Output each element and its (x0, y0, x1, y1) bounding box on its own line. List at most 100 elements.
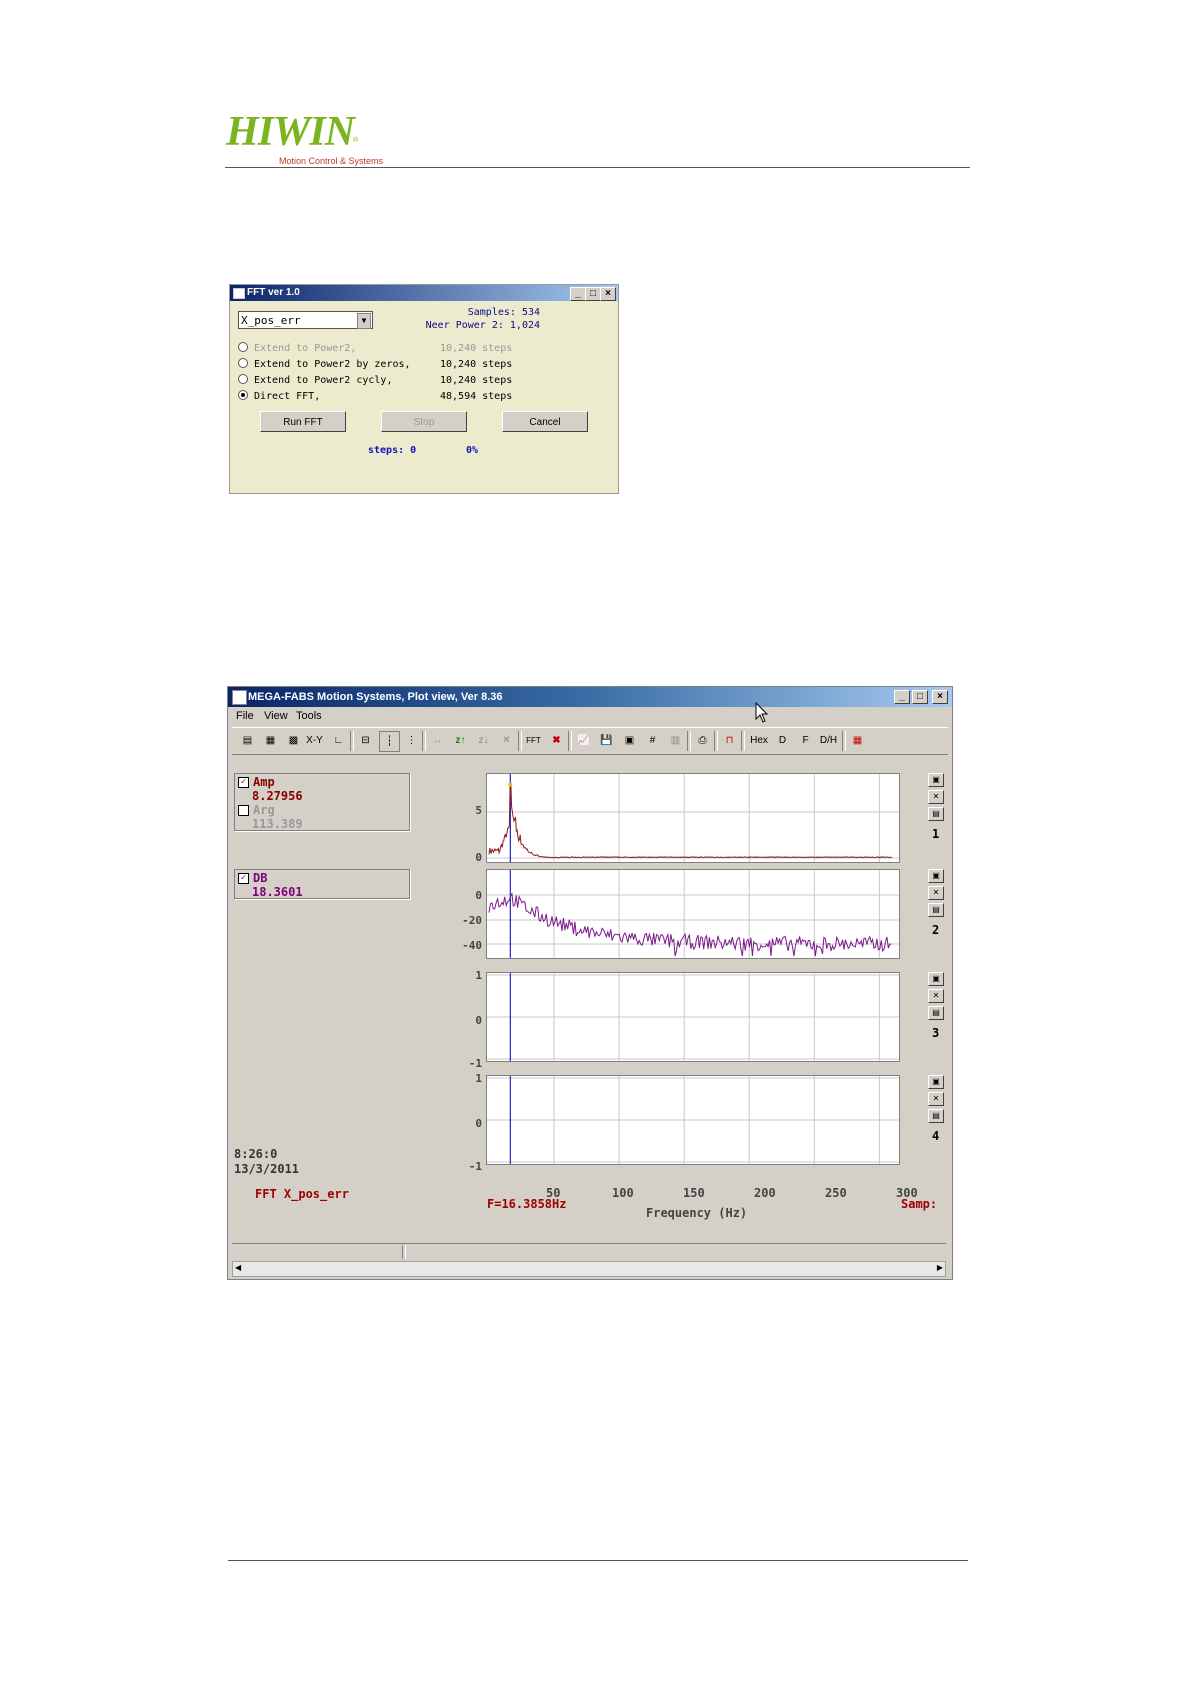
maximize-button[interactable]: □ (585, 287, 601, 301)
app-icon (232, 690, 247, 705)
f-button[interactable]: F (796, 731, 815, 750)
x-tick: 300 (896, 1186, 918, 1200)
minimize-button[interactable]: _ (570, 287, 586, 301)
panel-close-icon[interactable]: ✕ (928, 886, 944, 900)
checkbox-checked[interactable]: ✓ (238, 777, 249, 788)
option-extend-power2[interactable]: Extend to Power2, 10,240 steps (238, 341, 512, 354)
chevron-down-icon[interactable]: ▼ (357, 313, 371, 329)
plot-title: MEGA-FABS Motion Systems, Plot view, Ver… (248, 691, 503, 703)
d-button[interactable]: D (773, 731, 792, 750)
panel-1-buttons: ▣ ✕ ▤ (928, 773, 944, 824)
radio-button[interactable] (238, 374, 248, 384)
dotted-line-icon[interactable]: ⋮ (402, 731, 421, 750)
option-direct-fft[interactable]: Direct FFT, 48,594 steps (238, 389, 512, 402)
cursor-lines-icon[interactable]: ┆ (379, 731, 400, 752)
save-color-icon[interactable]: ▣ (620, 731, 639, 750)
panel-settings-icon[interactable]: ▣ (928, 773, 944, 787)
radio-button[interactable] (238, 358, 248, 368)
minimize-button[interactable]: _ (894, 690, 910, 704)
run-fft-button[interactable]: Run FFT (260, 411, 346, 432)
x-axis-label: Frequency (Hz) (646, 1206, 748, 1220)
plot-panel-4[interactable] (486, 1075, 900, 1165)
signal-select-value: X_pos_err (241, 314, 301, 327)
save-icon[interactable]: 💾 (597, 731, 616, 750)
plot-panel-3[interactable] (486, 972, 900, 1062)
layout-1-icon[interactable]: ▤ (238, 731, 257, 750)
amp-series-line (488, 784, 892, 859)
plot-panel-1[interactable] (486, 773, 900, 863)
status-bar (232, 1243, 946, 1262)
menu-bar: File View Tools (228, 707, 952, 725)
scroll-left-icon[interactable]: ◀ (235, 1263, 241, 1272)
peak-marker (508, 782, 513, 787)
footer-rule (228, 1560, 968, 1561)
axis-icon[interactable]: ∟ (329, 731, 348, 750)
zoom-range-icon[interactable]: ↔ (428, 731, 447, 750)
hex-button[interactable]: Hex (747, 731, 771, 750)
menu-file[interactable]: File (236, 710, 254, 722)
cancel-button[interactable]: Cancel (502, 411, 588, 432)
option-extend-cycly[interactable]: Extend to Power2 cycly, 10,240 steps (238, 373, 512, 386)
panel-number: 4 (932, 1129, 940, 1143)
print-icon[interactable]: ⎙ (693, 731, 712, 750)
maximize-button[interactable]: □ (912, 690, 928, 704)
fft-cancel-icon[interactable]: ✖ (547, 731, 566, 750)
mouse-cursor-icon (755, 702, 769, 723)
y-tick: -1 (468, 1057, 482, 1070)
channel-db[interactable]: ✓ DB (235, 871, 409, 885)
panel-settings-icon[interactable]: ▣ (928, 869, 944, 883)
panel-data-icon[interactable]: ▤ (928, 1006, 944, 1020)
logo-tagline: Motion Control & Systems (279, 156, 384, 166)
panel-close-icon[interactable]: ✕ (928, 1092, 944, 1106)
stop-button[interactable]: Stop (381, 411, 467, 432)
chart-icon[interactable]: 📈 (574, 731, 593, 750)
y-tick: -40 (462, 939, 482, 952)
menu-tools[interactable]: Tools (296, 710, 322, 722)
app-icon (233, 288, 245, 299)
zoom-reset-icon[interactable]: ✕ (497, 731, 516, 750)
panel-close-icon[interactable]: ✕ (928, 989, 944, 1003)
pulse-icon[interactable]: ⊓ (720, 731, 739, 750)
checkbox[interactable] (238, 805, 249, 816)
layout-3-icon[interactable]: ▩ (284, 731, 303, 750)
x-tick: 50 (546, 1186, 561, 1200)
scroll-right-icon[interactable]: ▶ (937, 1263, 943, 1272)
option-extend-zeros[interactable]: Extend to Power2 by zeros, 10,240 steps (238, 357, 512, 370)
layout-2-icon[interactable]: ▦ (261, 731, 280, 750)
channel-group-2: ✓ DB 18.3601 (234, 869, 410, 899)
panel-number: 1 (932, 827, 940, 841)
channel-arg[interactable]: Arg (235, 803, 409, 817)
zoom-in-icon[interactable]: z↑ (451, 731, 470, 750)
panel-close-icon[interactable]: ✕ (928, 790, 944, 804)
panel-data-icon[interactable]: ▤ (928, 903, 944, 917)
zoom-out-icon[interactable]: z↓ (474, 731, 493, 750)
fft-titlebar[interactable]: FFT ver 1.0 _ □ × (230, 285, 618, 301)
x-tick: 250 (825, 1186, 847, 1200)
fft-button[interactable]: FFT (524, 731, 543, 750)
panel-3-chart (487, 973, 899, 1061)
checkbox-checked[interactable]: ✓ (238, 873, 249, 884)
close-button[interactable]: × (932, 690, 948, 704)
plot-panel-2[interactable] (486, 869, 900, 959)
panel-settings-icon[interactable]: ▣ (928, 972, 944, 986)
dh-button[interactable]: D/H (819, 731, 838, 750)
xy-button[interactable]: X-Y (305, 731, 324, 750)
channel-db-value: 18.3601 (252, 885, 303, 899)
grid-fine-icon[interactable]: ▥ (666, 731, 685, 750)
grid-icon[interactable]: # (643, 731, 662, 750)
horizontal-scrollbar[interactable]: ◀ ▶ (232, 1261, 946, 1277)
split-horizontal-icon[interactable]: ⊟ (356, 731, 375, 750)
radio-button[interactable] (238, 342, 248, 352)
signal-select[interactable]: X_pos_err ▼ (238, 311, 373, 329)
menu-view[interactable]: View (264, 710, 288, 722)
panel-settings-icon[interactable]: ▣ (928, 1075, 944, 1089)
y-tick: 0 (475, 851, 482, 864)
panel-data-icon[interactable]: ▤ (928, 1109, 944, 1123)
plot-titlebar[interactable]: MEGA-FABS Motion Systems, Plot view, Ver… (228, 687, 952, 707)
status-steps: steps: 0 (368, 445, 417, 456)
radio-button-selected[interactable] (238, 390, 248, 400)
channel-amp[interactable]: ✓ Amp (235, 775, 409, 789)
panel-data-icon[interactable]: ▤ (928, 807, 944, 821)
close-button[interactable]: × (600, 287, 616, 301)
color-grid-icon[interactable]: ▦ (848, 731, 867, 750)
